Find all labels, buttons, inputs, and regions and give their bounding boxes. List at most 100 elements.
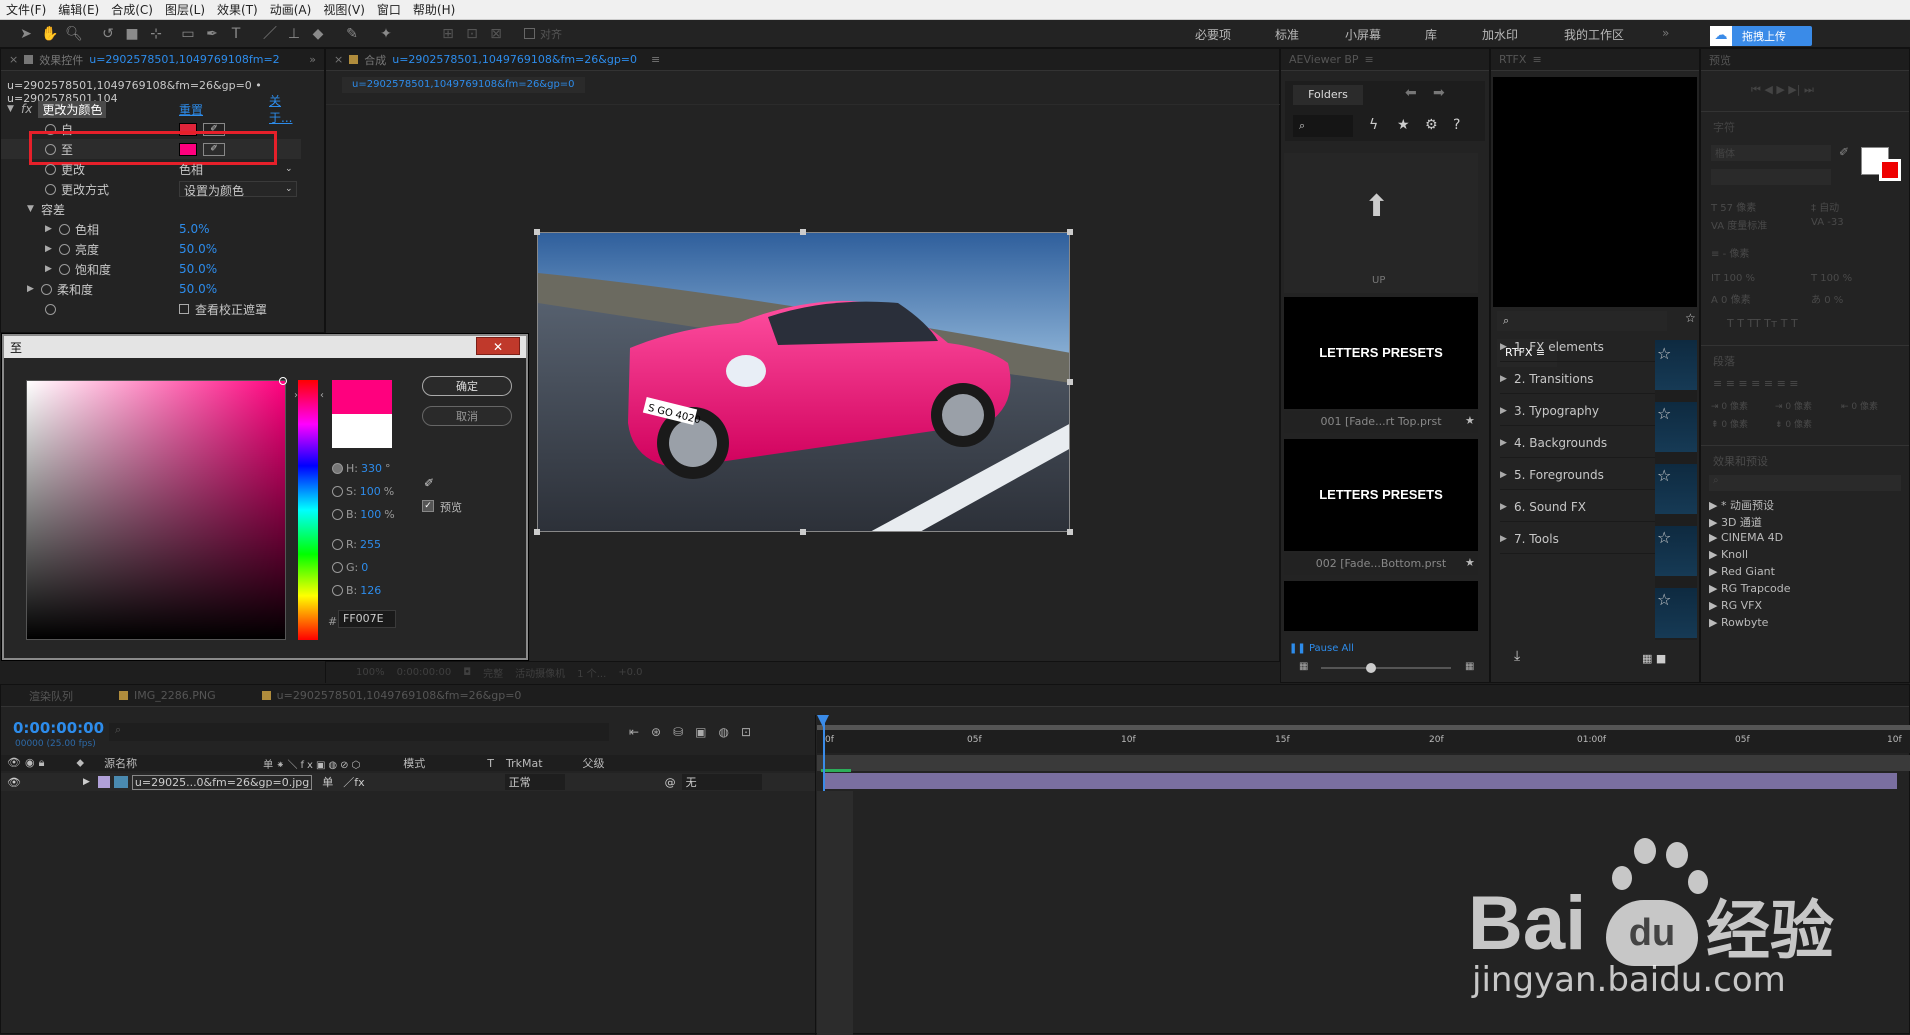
car-image[interactable]: S GO 4020 bbox=[537, 232, 1070, 532]
expand-icon[interactable]: ▶ bbox=[45, 264, 59, 274]
align-checkbox[interactable] bbox=[524, 28, 535, 39]
favorite-star-icon[interactable]: ☆ bbox=[1657, 404, 1671, 423]
effect-name[interactable]: 更改为颜色 bbox=[38, 100, 107, 118]
preset-thumbnail[interactable]: LETTERS PRESETS bbox=[1284, 297, 1478, 409]
expand-icon[interactable]: ▶ bbox=[45, 244, 59, 254]
comp-tab-active[interactable]: u=2902578501,1049769108&fm=26&gp=0 bbox=[277, 689, 522, 702]
blue-field[interactable]: B: 126 bbox=[332, 582, 381, 598]
playback-controls-icon[interactable]: ⏮ ◀ ▶ ▶| ⏭ bbox=[1751, 83, 1814, 97]
hue-slider[interactable] bbox=[298, 380, 318, 640]
parent-dropdown[interactable]: 无 bbox=[681, 774, 762, 790]
rtfx-item[interactable]: ▶ 1. FX elements bbox=[1500, 332, 1670, 362]
preset-item[interactable]: ▶ Knoll bbox=[1709, 548, 1748, 561]
original-color-swatch[interactable] bbox=[332, 414, 392, 448]
preset-item[interactable]: ▶ RG Trapcode bbox=[1709, 582, 1791, 595]
camera-dropdown[interactable]: 活动摄像机 bbox=[515, 665, 565, 680]
preset-name[interactable]: 001 [Fade...rt Top.prst bbox=[1284, 411, 1478, 433]
menu-edit[interactable]: 编辑(E) bbox=[52, 1, 105, 18]
comp-subtab[interactable]: u=2902578501,1049769108&fm=26&gp=0 bbox=[342, 77, 585, 93]
panel-menu-icon[interactable]: » bbox=[309, 53, 316, 66]
resize-handle[interactable] bbox=[800, 529, 806, 535]
rectangle-tool-icon[interactable]: ▭ bbox=[178, 24, 198, 44]
grid-large-icon[interactable]: ▦ bbox=[1465, 661, 1474, 672]
pickwhip-icon[interactable]: @ bbox=[665, 776, 676, 789]
rtfx-item[interactable]: ▶ 4. Backgrounds bbox=[1500, 428, 1670, 458]
workspace-my[interactable]: 我的工作区 bbox=[1564, 26, 1624, 43]
workspace-standard[interactable]: 标准 bbox=[1275, 26, 1299, 43]
layer-name[interactable]: u=29025...0&fm=26&gp=0.jpg bbox=[131, 774, 313, 790]
change-by-dropdown[interactable]: 设置为颜色 bbox=[179, 181, 297, 198]
eyedropper-icon[interactable]: ✐ bbox=[1839, 145, 1849, 159]
saturation-field[interactable]: S: 100% bbox=[332, 483, 394, 499]
timeline-switches-icons[interactable]: ⇤⊛⛁▣◍⊡ bbox=[629, 725, 763, 739]
hue-value[interactable]: 5.0% bbox=[179, 222, 210, 236]
brush-tool-icon[interactable]: ／ bbox=[260, 24, 280, 44]
stopwatch-icon[interactable] bbox=[41, 283, 52, 295]
color-cursor[interactable] bbox=[279, 377, 287, 385]
green-field[interactable]: G: 0 bbox=[332, 559, 368, 575]
favorite-star-icon[interactable]: ☆ bbox=[1657, 466, 1671, 485]
preset-item[interactable]: ▶ Rowbyte bbox=[1709, 616, 1768, 629]
font-dropdown[interactable]: 楷体 bbox=[1711, 145, 1831, 161]
text-style-icons[interactable]: T T TT Tт T T bbox=[1727, 317, 1798, 330]
tracking-field[interactable]: VA -33 bbox=[1811, 217, 1844, 228]
hue-field[interactable]: H: 330 ° bbox=[332, 460, 390, 476]
resize-handle[interactable] bbox=[1067, 529, 1073, 535]
rtfx-item[interactable]: ▶ 7. Tools bbox=[1500, 524, 1670, 554]
cancel-button[interactable]: 取消 bbox=[422, 406, 512, 426]
menu-view[interactable]: 视图(V) bbox=[317, 1, 371, 18]
font-size-field[interactable]: T 57 像素 bbox=[1711, 199, 1756, 214]
preview-checkbox[interactable]: ✓ bbox=[422, 500, 434, 512]
hand-tool-icon[interactable]: ✋ bbox=[40, 24, 60, 44]
rtfx-item[interactable]: ▶ 2. Transitions bbox=[1500, 364, 1670, 394]
preset-item[interactable]: ▶ 3D 通道 bbox=[1709, 514, 1762, 530]
download-icon[interactable]: ⤓ bbox=[1514, 648, 1520, 664]
resize-handle[interactable] bbox=[1067, 379, 1073, 385]
preset-thumbnail[interactable] bbox=[1284, 581, 1478, 631]
favorite-star-icon[interactable]: ☆ bbox=[1657, 528, 1671, 547]
parent-header[interactable]: 父级 bbox=[583, 755, 605, 771]
upload-button[interactable]: ☁ 拖拽上传 bbox=[1710, 26, 1812, 46]
puppet-tool-icon[interactable]: ✦ bbox=[376, 24, 396, 44]
stopwatch-icon[interactable] bbox=[59, 223, 70, 235]
horizontal-scale-field[interactable]: T 100 % bbox=[1811, 273, 1852, 284]
space-before-field[interactable]: ⇞ 0 像素 bbox=[1711, 417, 1748, 430]
baseline-field[interactable]: A 0 像素 bbox=[1711, 291, 1751, 306]
stroke-width-field[interactable]: ≡ - 像素 bbox=[1711, 245, 1749, 260]
menu-window[interactable]: 窗口 bbox=[371, 1, 407, 18]
star-icon[interactable]: ☆ bbox=[1685, 311, 1696, 325]
snap-icon[interactable]: ⊞ bbox=[438, 24, 458, 44]
roto-brush-tool-icon[interactable]: ✎ bbox=[342, 24, 362, 44]
menu-file[interactable]: 文件(F) bbox=[0, 1, 52, 18]
snap-option-icon[interactable]: ⊡ bbox=[462, 24, 482, 44]
saturation-brightness-field[interactable] bbox=[26, 377, 287, 640]
indent-first-field[interactable]: ⇥ 0 像素 bbox=[1775, 399, 1812, 412]
menu-layer[interactable]: 图层(L) bbox=[159, 1, 211, 18]
fx-icon[interactable]: fx bbox=[21, 102, 32, 116]
favorite-star-icon[interactable]: ☆ bbox=[1657, 590, 1671, 609]
preview-tab[interactable]: 预览 bbox=[1701, 49, 1909, 71]
resize-handle[interactable] bbox=[534, 229, 540, 235]
menu-composition[interactable]: 合成(C) bbox=[105, 1, 159, 18]
menu-animation[interactable]: 动画(A) bbox=[264, 1, 318, 18]
kerning-field[interactable]: VA 度量标准 bbox=[1711, 217, 1767, 232]
preset-item[interactable]: ▶ CINEMA 4D bbox=[1709, 531, 1783, 544]
work-area-bar[interactable] bbox=[817, 755, 1910, 771]
render-queue-tab[interactable]: 渲染队列 bbox=[29, 688, 73, 704]
panel-menu-icon[interactable]: ≡ bbox=[1532, 53, 1541, 66]
rtfx-item[interactable]: ▶ 3. Typography bbox=[1500, 396, 1670, 426]
layer-search-input[interactable]: ⌕ bbox=[109, 723, 609, 741]
stopwatch-icon[interactable] bbox=[45, 183, 56, 195]
preset-name[interactable]: 002 [Fade...Bottom.prst bbox=[1284, 553, 1478, 575]
stroke-color-swatch[interactable] bbox=[1879, 159, 1901, 181]
red-field[interactable]: R: 255 bbox=[332, 536, 381, 552]
close-button[interactable]: ✕ bbox=[476, 337, 520, 355]
comp-tab[interactable]: IMG_2286.PNG bbox=[134, 689, 216, 702]
zoom-tool-icon[interactable]: 🔍︎ bbox=[64, 24, 84, 44]
collapse-icon[interactable]: ▼ bbox=[7, 104, 21, 114]
search-icon[interactable]: ⌕ bbox=[1709, 475, 1901, 491]
indent-left-field[interactable]: ⇥ 0 像素 bbox=[1711, 399, 1748, 412]
workspace-overflow-icon[interactable]: » bbox=[1662, 26, 1669, 40]
menu-effect[interactable]: 效果(T) bbox=[211, 1, 264, 18]
pan-behind-tool-icon[interactable]: ⊹ bbox=[146, 24, 166, 44]
